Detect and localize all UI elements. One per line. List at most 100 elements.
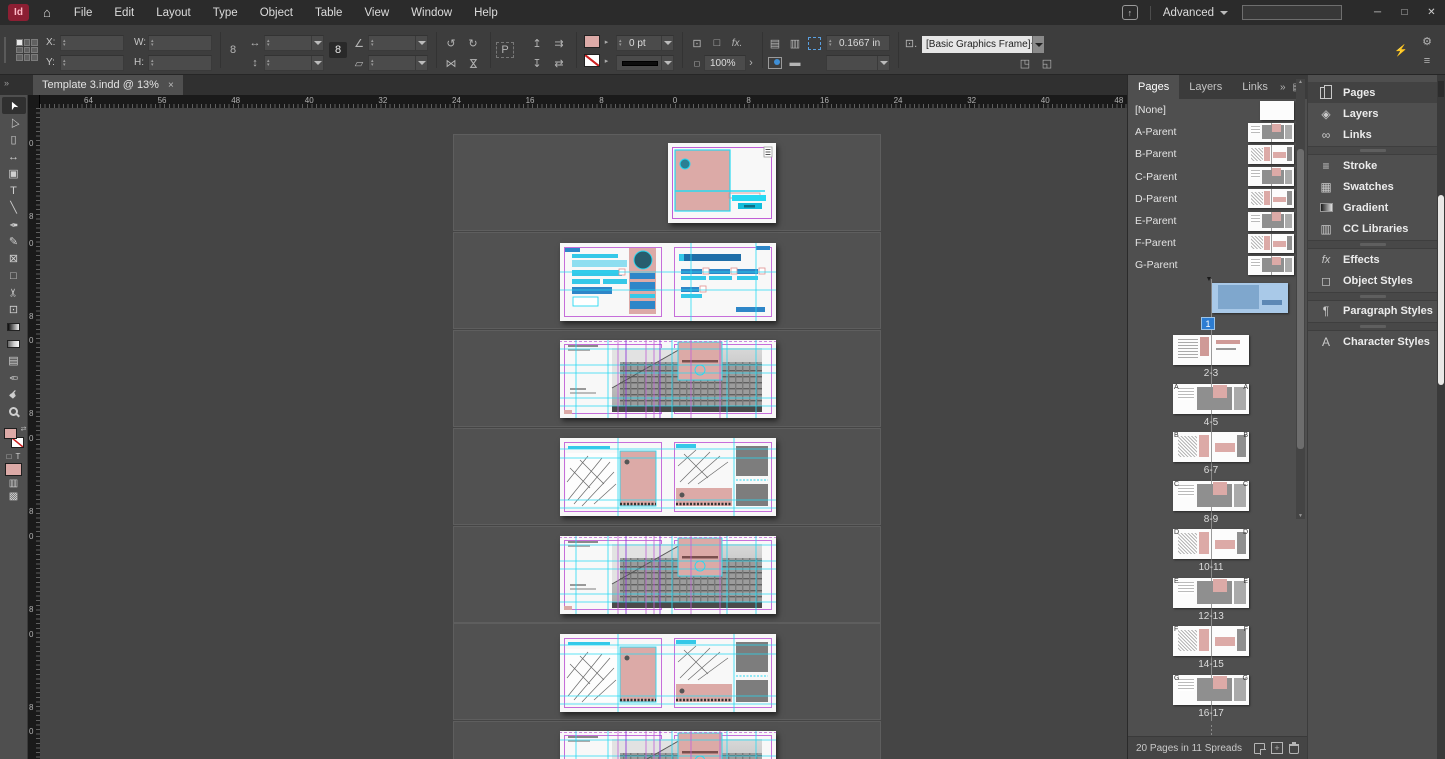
view-options-icon[interactable]: ▩ bbox=[9, 491, 18, 502]
tab-pages[interactable]: Pages bbox=[1128, 75, 1179, 99]
screen-mode-icon[interactable]: ▥ bbox=[9, 478, 18, 489]
spread-4-5[interactable] bbox=[560, 340, 776, 418]
collapse-dock-button[interactable] bbox=[1438, 81, 1444, 97]
free-transform-tool[interactable]: ⊡ bbox=[2, 301, 26, 318]
menu-edit[interactable]: Edit bbox=[103, 7, 145, 19]
gap-tool[interactable]: ↔ bbox=[2, 148, 26, 165]
direct-selection-tool[interactable]: ▷ bbox=[2, 114, 26, 131]
parent-row-bparent[interactable]: B-Parent bbox=[1128, 143, 1298, 165]
parent-row-aparent[interactable]: A-Parent bbox=[1128, 121, 1298, 143]
dropdown-arrow[interactable] bbox=[661, 36, 673, 50]
panel-grip[interactable] bbox=[4, 37, 6, 63]
horizontal-ruler[interactable]: 645648403224168081624324048 bbox=[40, 95, 1127, 108]
note-tool[interactable]: ▤ bbox=[2, 352, 26, 369]
spread-2-3[interactable] bbox=[560, 243, 776, 321]
pages-spread-8-9[interactable]: CC8-9 bbox=[1173, 481, 1249, 525]
pages-spread-10-11[interactable]: DD10-11 bbox=[1173, 529, 1249, 573]
workspace-switcher[interactable]: Advanced bbox=[1163, 7, 1228, 19]
break-link-style-icon[interactable]: ◱ bbox=[1038, 55, 1056, 71]
wrap-jump-icon[interactable]: ▬ bbox=[786, 55, 804, 71]
gear-icon[interactable]: ⚙ bbox=[1418, 33, 1436, 49]
spread-12-13[interactable] bbox=[560, 731, 776, 759]
formatting-affects-text-icon[interactable]: T bbox=[15, 452, 20, 461]
shear-angle-field[interactable] bbox=[368, 55, 428, 71]
opacity-field[interactable]: 100% bbox=[704, 55, 746, 71]
gradient-swatch-tool[interactable] bbox=[2, 318, 26, 335]
hand-tool[interactable]: ☛ bbox=[2, 386, 26, 403]
content-collector-tool[interactable]: ▣ bbox=[2, 165, 26, 182]
dropdown-arrow[interactable] bbox=[415, 56, 427, 70]
pages-spread-12-13[interactable]: EE12-13 bbox=[1173, 578, 1249, 622]
stepper-icon[interactable] bbox=[829, 39, 836, 47]
parent-row-eparent[interactable]: E-Parent bbox=[1128, 210, 1298, 232]
stepper-icon[interactable] bbox=[267, 59, 274, 67]
corner-options-icon[interactable]: ⊡. bbox=[902, 35, 920, 51]
pages-scrollbar[interactable]: ▲▼ bbox=[1296, 79, 1305, 519]
rotate-ccw-icon[interactable]: ↺ bbox=[442, 35, 460, 51]
dock-divider[interactable] bbox=[1308, 146, 1437, 155]
h-field[interactable] bbox=[148, 55, 212, 71]
w-field[interactable] bbox=[148, 35, 212, 51]
object-style-dropdown[interactable]: [Basic Graphics Frame]+ bbox=[922, 36, 1044, 53]
align-bottom-icon[interactable]: ↧ bbox=[528, 55, 546, 71]
parent-row-gparent[interactable]: G-Parent bbox=[1128, 254, 1298, 276]
apply-color-button[interactable] bbox=[5, 463, 22, 476]
parent-row-cparent[interactable]: C-Parent bbox=[1128, 166, 1298, 188]
x-field[interactable] bbox=[60, 35, 124, 51]
pencil-tool[interactable]: ✎ bbox=[2, 233, 26, 250]
minimize-button[interactable]: ─ bbox=[1364, 0, 1391, 25]
dock-item-links[interactable]: ∞Links bbox=[1308, 125, 1437, 146]
dock-item-pages[interactable]: Pages bbox=[1308, 82, 1437, 103]
ruler-origin[interactable] bbox=[28, 95, 40, 108]
toolbar-fill-swatch[interactable] bbox=[4, 428, 17, 439]
dock-divider[interactable] bbox=[1308, 292, 1437, 301]
dock-item-layers[interactable]: ◈Layers bbox=[1308, 103, 1437, 124]
fill-stroke-control[interactable]: ⇄ bbox=[2, 426, 26, 450]
delete-page-icon[interactable] bbox=[1289, 744, 1299, 754]
flip-horizontal-icon[interactable]: ⋈ bbox=[442, 55, 460, 71]
new-page-icon[interactable]: + bbox=[1271, 742, 1283, 754]
pen-tool[interactable]: ✒ bbox=[2, 216, 26, 233]
distribute-vertical-icon[interactable]: ⇄ bbox=[550, 55, 568, 71]
zoom-tool[interactable] bbox=[2, 403, 26, 420]
pages-spread-14-15[interactable]: FF14-15 bbox=[1173, 626, 1249, 670]
dropdown-arrow[interactable] bbox=[311, 36, 323, 50]
opacity-menu-arrow[interactable]: › bbox=[746, 55, 756, 71]
dock-item-stroke[interactable]: ≡Stroke bbox=[1308, 155, 1437, 176]
dock-item-gradient[interactable]: Gradient bbox=[1308, 197, 1437, 218]
eyedropper-tool[interactable]: ✑ bbox=[2, 369, 26, 386]
selection-tool[interactable]: ➤ bbox=[2, 97, 26, 114]
stroke-color-swatch[interactable] bbox=[584, 54, 600, 67]
auto-fit-icon[interactable] bbox=[808, 37, 821, 50]
wrap-object-shape-icon[interactable] bbox=[768, 57, 782, 69]
select-container-icon[interactable]: P bbox=[496, 42, 514, 58]
edit-page-size-icon[interactable] bbox=[1254, 743, 1265, 754]
y-field[interactable] bbox=[60, 55, 124, 71]
stepper-icon[interactable] bbox=[151, 39, 158, 47]
dock-scrollbar[interactable] bbox=[1437, 75, 1445, 759]
fill-color-swatch[interactable] bbox=[584, 35, 600, 48]
constrain-scale-icon[interactable]: 8 bbox=[329, 42, 347, 58]
stepper-icon[interactable] bbox=[371, 39, 378, 47]
tab-layers[interactable]: Layers bbox=[1179, 75, 1232, 99]
close-button[interactable]: ✕ bbox=[1418, 0, 1445, 25]
scissors-tool[interactable]: ✂ bbox=[2, 284, 26, 301]
stepper-icon[interactable] bbox=[371, 59, 378, 67]
dropdown-arrow[interactable] bbox=[877, 56, 889, 70]
swap-fill-stroke-icon[interactable]: ⇄ bbox=[21, 425, 27, 433]
spread-6-7[interactable] bbox=[560, 438, 776, 516]
reference-point-proxy[interactable] bbox=[16, 39, 38, 61]
pages-spread-2-3[interactable]: 2-3 bbox=[1173, 335, 1249, 379]
dock-item-object-styles[interactable]: ◻Object Styles bbox=[1308, 270, 1437, 291]
vertical-ruler[interactable]: 0808080808080 bbox=[28, 108, 40, 759]
fit-frame-icon[interactable]: □ bbox=[708, 35, 726, 51]
distribute-horizontal-icon[interactable]: ⇉ bbox=[550, 35, 568, 51]
tab-close-icon[interactable]: × bbox=[168, 80, 174, 91]
align-top-icon[interactable]: ↥ bbox=[528, 35, 546, 51]
dock-item-paragraph-styles[interactable]: ¶Paragraph Styles bbox=[1308, 301, 1437, 322]
constrain-dimensions-icon[interactable]: 8 bbox=[224, 42, 242, 58]
menu-view[interactable]: View bbox=[353, 7, 400, 19]
rectangle-tool[interactable]: □ bbox=[2, 267, 26, 284]
stepper-icon[interactable] bbox=[63, 39, 70, 47]
dock-item-character-styles[interactable]: ACharacter Styles bbox=[1308, 331, 1437, 352]
